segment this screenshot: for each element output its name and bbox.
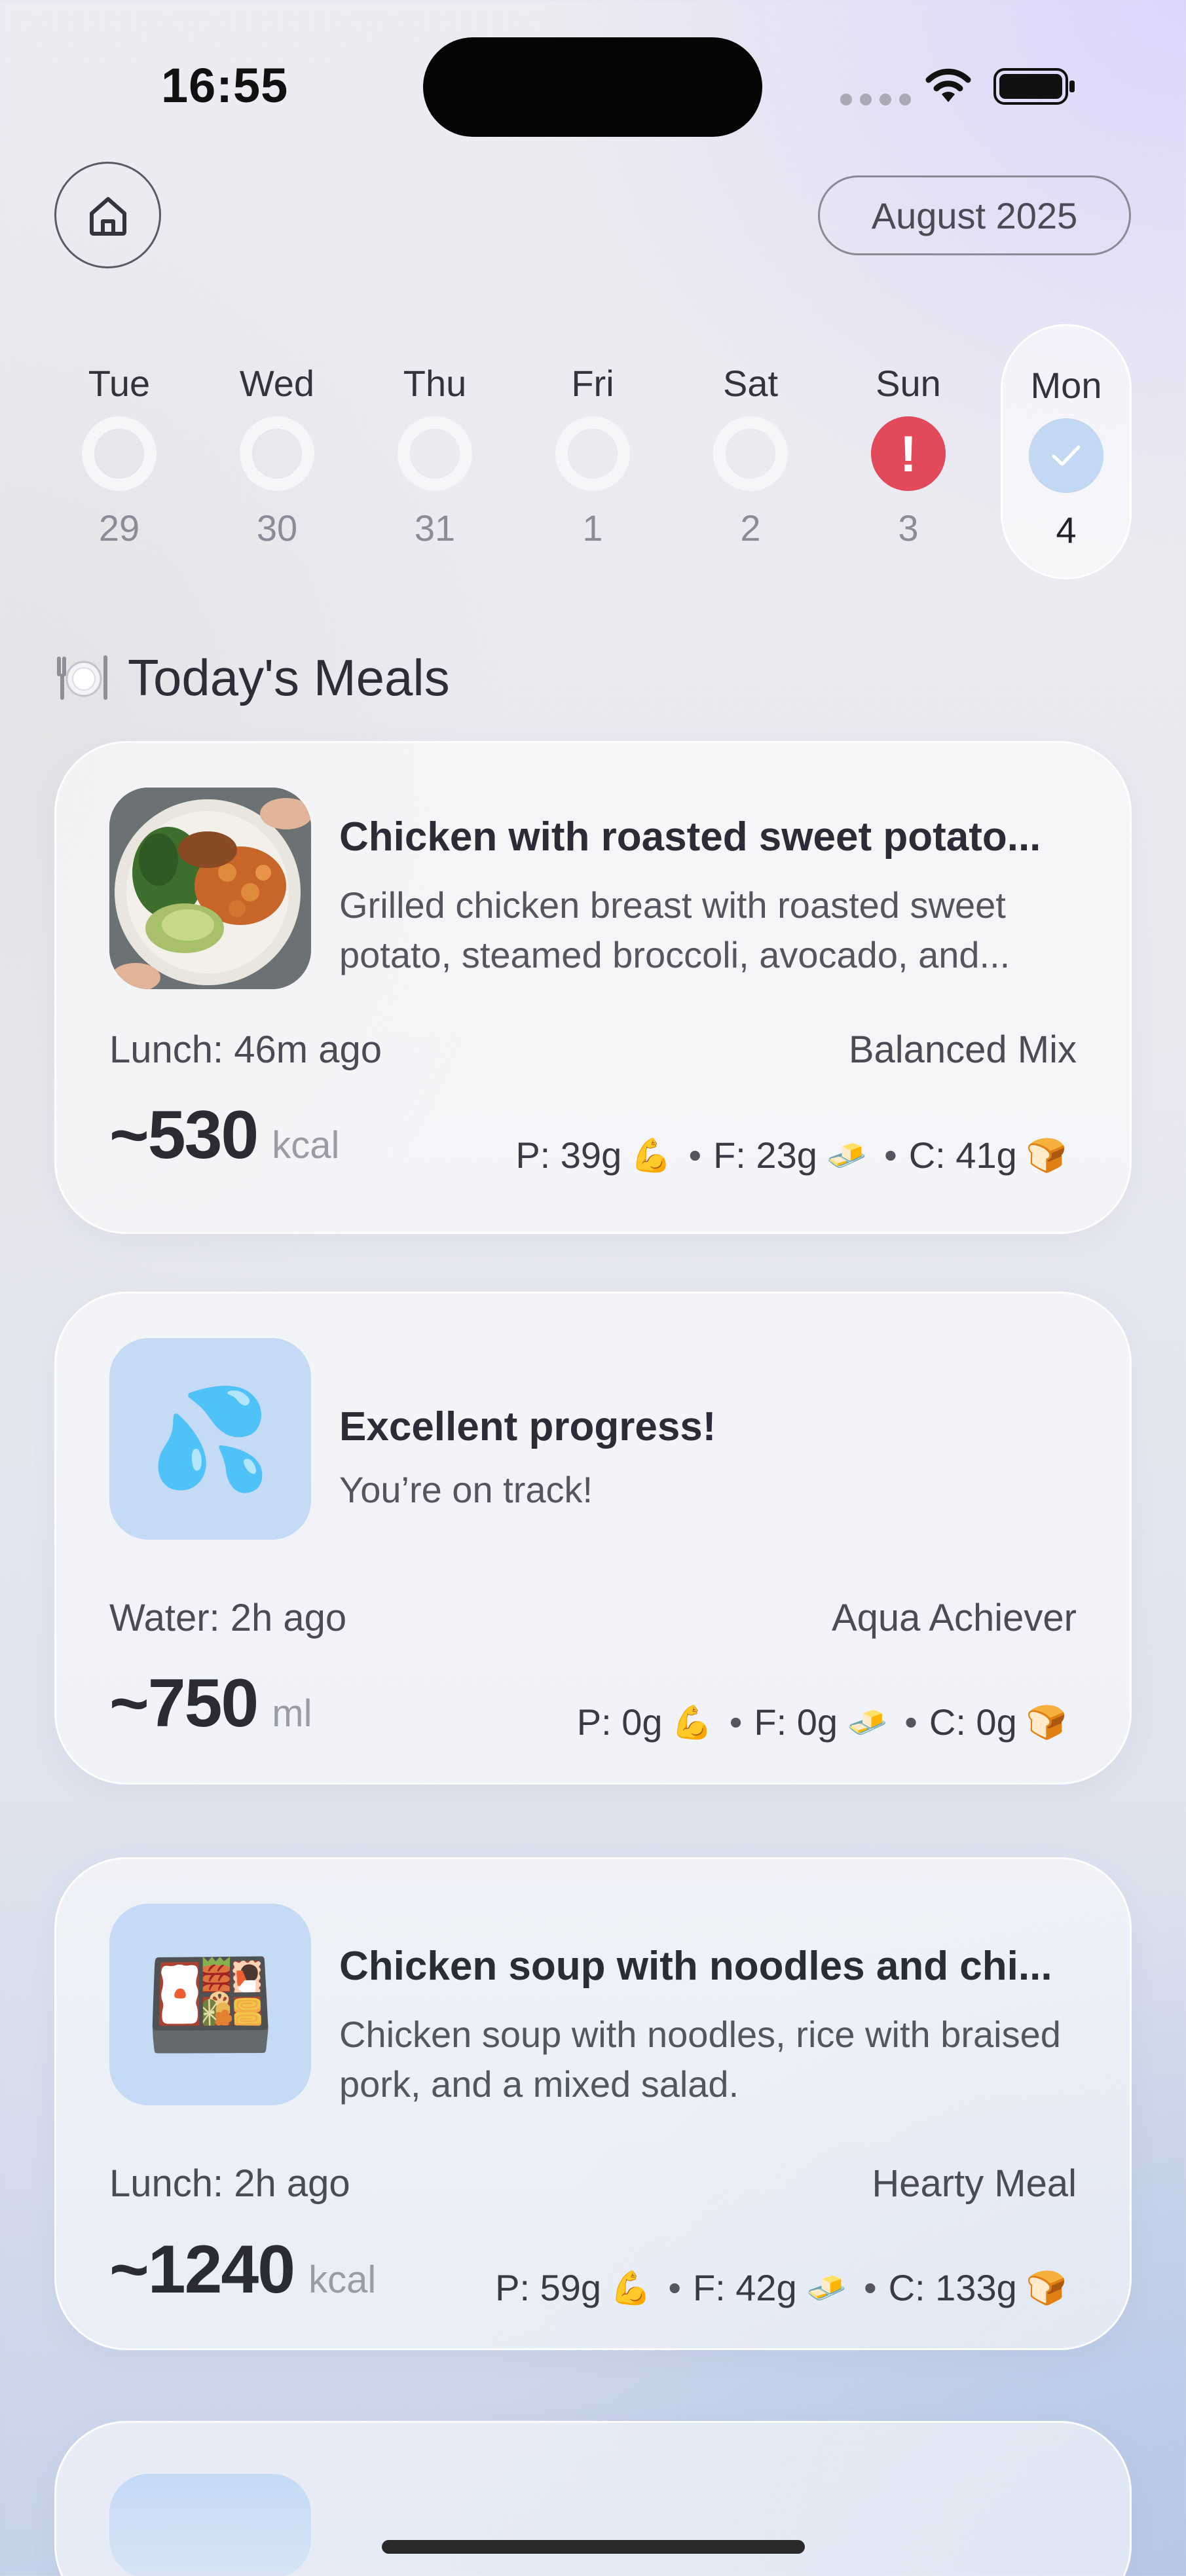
day-name: Tue: [88, 363, 151, 404]
amount-unit: kcal: [308, 2259, 377, 2301]
meal-description: You’re on track!: [339, 1469, 593, 1510]
amount-value: ~530: [109, 1097, 259, 1173]
water-card[interactable]: 💦 Excellent progress! You’re on track! W…: [54, 1292, 1132, 1785]
day-name: Fri: [571, 363, 614, 404]
day-name: Thu: [403, 363, 467, 404]
day-sun[interactable]: Sun ! 3: [843, 324, 974, 579]
day-date: 31: [414, 507, 456, 549]
flexed-biceps-icon: 💪: [631, 1136, 672, 1174]
protein-value: P: 0g: [576, 1701, 663, 1743]
wifi-icon: [925, 68, 971, 102]
day-date: 29: [98, 507, 140, 549]
alert-icon: !: [871, 416, 946, 491]
meal-time: Lunch: 46m ago: [109, 1028, 382, 1071]
flexed-biceps-icon: 💪: [610, 2269, 652, 2306]
day-date: 3: [898, 507, 919, 549]
meal-description: Chicken soup with noodles, rice with bra…: [339, 2014, 1061, 2105]
meal-title: Chicken soup with noodles and chi...: [339, 1944, 1052, 1989]
sweat-droplets-icon: 💦: [149, 1384, 272, 1494]
meal-thumbnail: 🍱: [109, 1904, 311, 2105]
amount-unit: ml: [272, 1692, 312, 1735]
home-icon: [89, 196, 126, 236]
meal-tag: Balanced Mix: [848, 1028, 1077, 1071]
calorie-amount: ~530 kcal: [109, 1097, 339, 1174]
home-button[interactable]: [54, 162, 161, 268]
fat-value: F: 23g: [713, 1134, 817, 1176]
macros-row: P: 39g 💪 • F: 23g 🧈 • C: 41g 🍞: [515, 1134, 1067, 1176]
butter-icon: 🧈: [826, 1136, 868, 1174]
day-status-ring: [398, 416, 472, 491]
day-name: Mon: [1030, 365, 1102, 406]
day-status-ring: [240, 416, 314, 491]
bento-box-icon: 🍱: [145, 1946, 276, 2063]
day-tue[interactable]: Tue 29: [54, 324, 185, 579]
bread-icon: 🍞: [1026, 1136, 1067, 1174]
water-amount: ~750 ml: [109, 1665, 312, 1743]
bread-icon: 🍞: [1026, 1703, 1067, 1741]
macros-row: P: 0g 💪 • F: 0g 🧈 • C: 0g 🍞: [576, 1701, 1067, 1743]
section-header: Today's Meals: [54, 645, 450, 710]
day-status-ring: [555, 416, 630, 491]
meal-card[interactable]: Chicken with roasted sweet potato... Gri…: [54, 741, 1132, 1234]
fat-value: F: 0g: [754, 1701, 838, 1743]
carbs-value: C: 0g: [929, 1701, 1017, 1743]
meal-time: Water: 2h ago: [109, 1597, 347, 1639]
amount-unit: kcal: [272, 1124, 340, 1167]
food-bowl-image: [109, 788, 311, 989]
water-thumbnail: 💦: [109, 1338, 311, 1540]
day-thu[interactable]: Thu 31: [369, 324, 500, 579]
day-wed[interactable]: Wed 30: [212, 324, 343, 579]
checkmark-icon: [1029, 418, 1103, 493]
carbs-value: C: 133g: [888, 2267, 1017, 2308]
protein-value: P: 59g: [495, 2267, 602, 2308]
day-date: 30: [256, 507, 298, 549]
day-name: Wed: [239, 363, 315, 404]
meal-time: Lunch: 2h ago: [109, 2162, 350, 2205]
day-status-ring: [713, 416, 788, 491]
carbs-value: C: 41g: [908, 1134, 1017, 1176]
meal-tag: Aqua Achiever: [831, 1597, 1077, 1639]
meal-photo: [109, 788, 311, 989]
day-fri[interactable]: Fri 1: [527, 324, 658, 579]
status-time: 16:55: [161, 58, 289, 113]
protein-value: P: 39g: [515, 1134, 622, 1176]
calorie-amount: ~1240 kcal: [109, 2231, 376, 2309]
meal-thumbnail: [109, 2474, 311, 2576]
day-mon[interactable]: Mon 4: [1001, 324, 1132, 579]
day-date: 1: [582, 507, 603, 549]
meal-tag: Hearty Meal: [872, 2162, 1077, 2205]
macros-row: P: 59g 💪 • F: 42g 🧈 • C: 133g 🍞: [495, 2267, 1067, 2308]
month-selector-button[interactable]: August 2025: [818, 175, 1131, 255]
cellular-signal-icon: [840, 94, 911, 105]
bread-icon: 🍞: [1026, 2269, 1067, 2306]
home-indicator[interactable]: [382, 2540, 805, 2554]
day-status-ring: [82, 416, 157, 491]
dynamic-island: [423, 37, 762, 137]
amount-value: ~1240: [109, 2232, 295, 2308]
meal-title: Excellent progress!: [339, 1404, 716, 1449]
day-date: 4: [1056, 509, 1077, 551]
butter-icon: 🧈: [806, 2269, 847, 2306]
section-title: Today's Meals: [128, 648, 450, 706]
butter-icon: 🧈: [847, 1703, 888, 1741]
amount-value: ~750: [109, 1665, 259, 1741]
day-sat[interactable]: Sat 2: [685, 324, 816, 579]
fat-value: F: 42g: [692, 2267, 797, 2308]
battery-icon: [993, 68, 1075, 105]
meal-description: Grilled chicken breast with roasted swee…: [339, 884, 1010, 975]
day-name: Sat: [722, 363, 779, 404]
day-date: 2: [740, 507, 761, 549]
day-name: Sun: [876, 363, 941, 404]
flexed-biceps-icon: 💪: [671, 1703, 713, 1741]
meal-title: Chicken with roasted sweet potato...: [339, 814, 1041, 860]
plate-icon: [57, 655, 107, 700]
meal-card[interactable]: 🍱 Chicken soup with noodles and chi... C…: [54, 1857, 1132, 2350]
